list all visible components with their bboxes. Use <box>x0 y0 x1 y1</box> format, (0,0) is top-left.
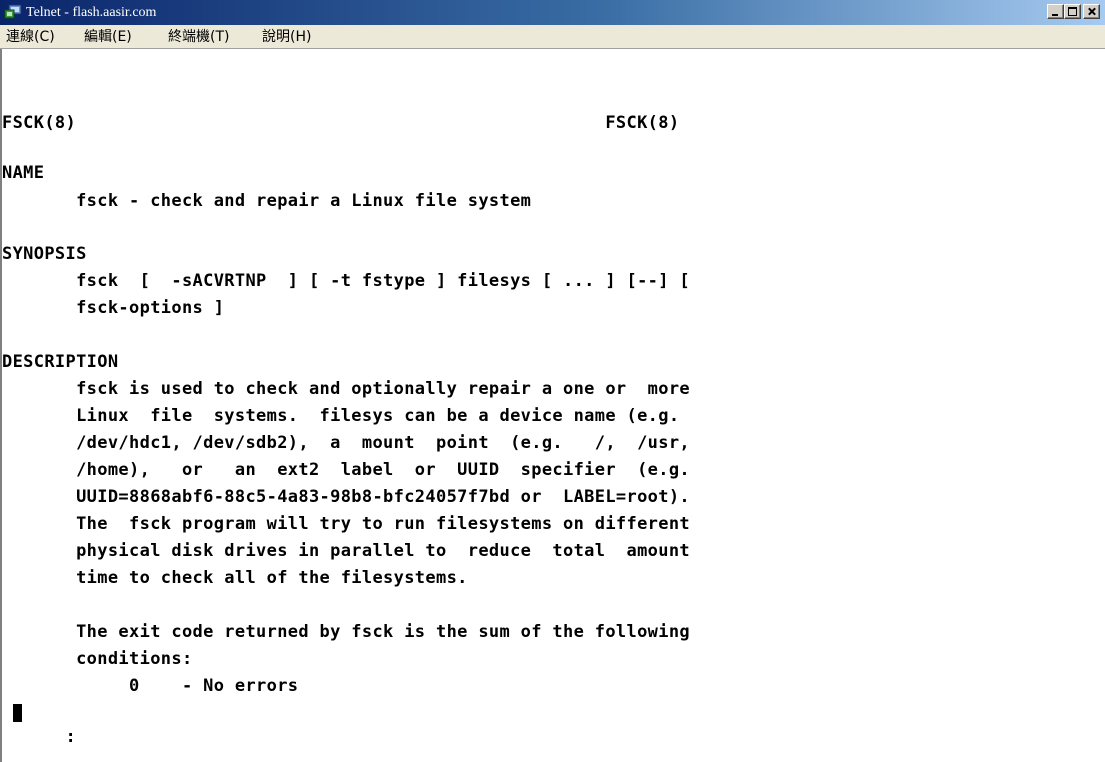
terminal-line: UUID=8868abf6-88c5-4a83-98b8-bfc24057f7b… <box>2 487 691 507</box>
terminal-line: fsck is used to check and optionally rep… <box>2 379 691 399</box>
menu-terminal[interactable]: 終端機(T) <box>168 28 229 46</box>
menu-edit[interactable]: 編輯(E) <box>84 28 132 46</box>
terminal-line: fsck - check and repair a Linux file sys… <box>2 191 532 211</box>
terminal-line: fsck [ -sACVRTNP ] [ -t fstype ] filesys… <box>2 271 691 291</box>
terminal-line: conditions: <box>2 649 193 669</box>
maximize-icon[interactable] <box>1064 4 1081 19</box>
terminal-line: NAME <box>2 163 45 183</box>
menu-bar: 連線(C) 編輯(E) 終端機(T) 說明(H) <box>0 25 1105 49</box>
menu-help[interactable]: 說明(H) <box>262 28 311 46</box>
terminal-line: FSCK(8) FSCK(8) <box>2 113 680 133</box>
window-title: Telnet - flash.aasir.com <box>26 5 157 20</box>
pager-prompt-line[interactable]: : <box>2 701 76 747</box>
terminal-line: The fsck program will try to run filesys… <box>2 514 691 534</box>
terminal-screen[interactable]: FSCK(8) FSCK(8) NAME fsck - check and re… <box>0 49 1105 762</box>
telnet-app-icon[interactable] <box>4 4 22 20</box>
terminal-line: physical disk drives in parallel to redu… <box>2 541 691 561</box>
terminal-line: Linux file systems. filesys can be a dev… <box>2 406 680 426</box>
terminal-line: The exit code returned by fsck is the su… <box>2 622 691 642</box>
terminal-line: /home), or an ext2 label or UUID specifi… <box>2 460 691 480</box>
pager-prompt: : <box>65 727 77 747</box>
telnet-window: Telnet - flash.aasir.com 連線(C) 編輯(E) 終端機… <box>0 0 1105 762</box>
terminal-line: 0 - No errors <box>2 676 299 696</box>
title-bar[interactable]: Telnet - flash.aasir.com <box>0 0 1105 25</box>
terminal-line: time to check all of the filesystems. <box>2 568 468 588</box>
minimize-icon[interactable] <box>1047 4 1064 19</box>
terminal-line: fsck-options ] <box>2 298 225 318</box>
terminal-line: DESCRIPTION <box>2 352 119 372</box>
terminal-line: SYNOPSIS <box>2 244 87 264</box>
terminal-line: /dev/hdc1, /dev/sdb2), a mount point (e.… <box>2 433 691 453</box>
close-icon[interactable] <box>1083 4 1100 19</box>
menu-connect[interactable]: 連線(C) <box>6 28 55 46</box>
text-cursor <box>13 704 22 722</box>
